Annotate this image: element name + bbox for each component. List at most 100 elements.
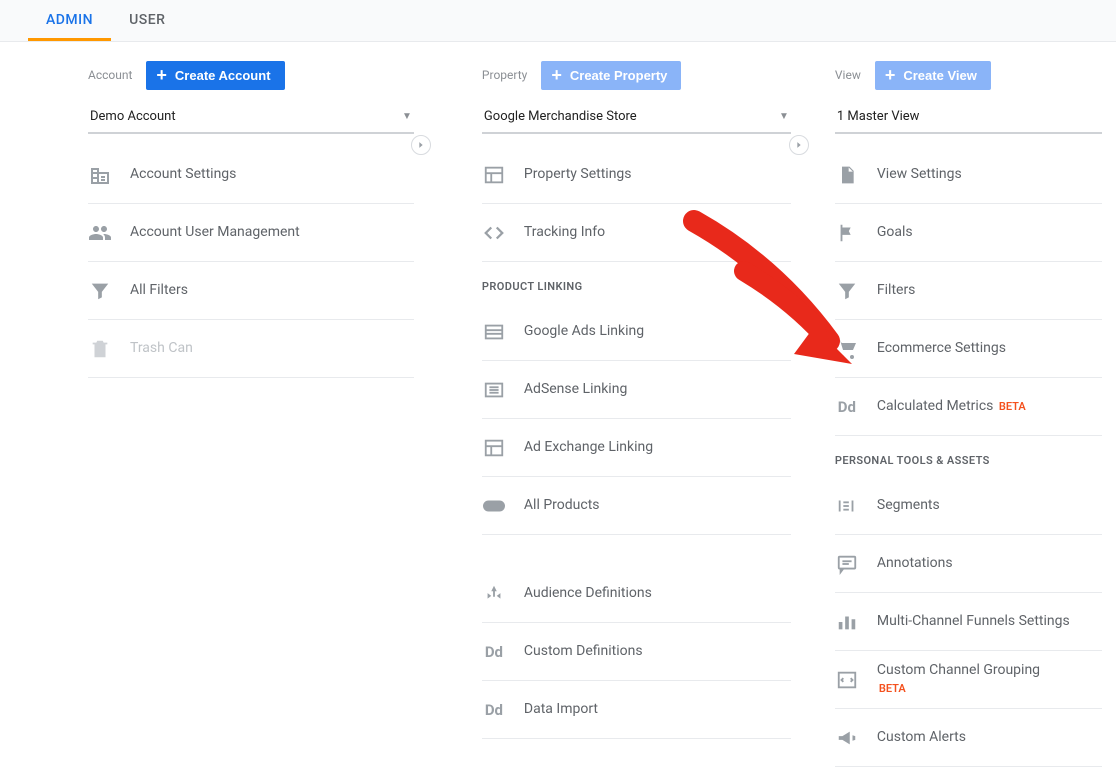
- arrow-right-icon: [794, 140, 804, 150]
- account-selector[interactable]: Demo Account ▼: [88, 100, 414, 134]
- dd-icon: Dd: [835, 395, 859, 419]
- segments-label: Segments: [877, 497, 940, 515]
- account-settings-label: Account Settings: [130, 166, 236, 184]
- account-header: Account + Create Account: [88, 56, 414, 94]
- annotations-item[interactable]: Annotations: [835, 535, 1102, 593]
- custom-alerts-label: Custom Alerts: [877, 729, 966, 747]
- column-property: Property + Create Property Google Mercha…: [424, 56, 801, 767]
- account-user-management-item[interactable]: Account User Management: [88, 204, 414, 262]
- section-product-linking: PRODUCT LINKING: [482, 262, 791, 303]
- property-settings-item[interactable]: Property Settings: [482, 146, 791, 204]
- layout-icon: [482, 436, 506, 460]
- account-selector-value: Demo Account: [90, 109, 176, 124]
- layout-icon: [482, 163, 506, 187]
- view-header: View + Create View: [835, 56, 1102, 94]
- plus-icon: +: [156, 68, 167, 82]
- property-label: Property: [482, 68, 527, 82]
- beta-badge: BETA: [999, 400, 1026, 413]
- trash-can-item[interactable]: Trash Can: [88, 320, 414, 378]
- mcf-settings-label: Multi-Channel Funnels Settings: [877, 613, 1070, 631]
- custom-channel-grouping-item[interactable]: Custom Channel GroupingBETA: [835, 651, 1102, 709]
- filters-item[interactable]: Filters: [835, 262, 1102, 320]
- ecommerce-settings-item[interactable]: Ecommerce Settings: [835, 320, 1102, 378]
- property-settings-label: Property Settings: [524, 166, 632, 184]
- plus-icon: +: [885, 68, 896, 82]
- calculated-metrics-item[interactable]: Dd Calculated Metrics BETA: [835, 378, 1102, 436]
- adsense-linking-label: AdSense Linking: [524, 381, 627, 399]
- tab-admin[interactable]: ADMIN: [28, 0, 111, 41]
- ecommerce-settings-label: Ecommerce Settings: [877, 340, 1006, 358]
- users-icon: [88, 221, 112, 245]
- create-account-button[interactable]: + Create Account: [146, 61, 284, 90]
- adsense-linking-item[interactable]: AdSense Linking: [482, 361, 791, 419]
- property-selector-value: Google Merchandise Store: [484, 109, 637, 124]
- account-label: Account: [88, 68, 132, 82]
- audience-definitions-item[interactable]: Audience Definitions: [482, 565, 791, 623]
- funnel-icon: [88, 279, 112, 303]
- create-account-label: Create Account: [175, 68, 271, 83]
- nav-circle-property-to-view[interactable]: [789, 135, 809, 155]
- view-settings-item[interactable]: View Settings: [835, 146, 1102, 204]
- custom-channel-grouping-label: Custom Channel GroupingBETA: [877, 662, 1040, 697]
- view-label: View: [835, 68, 861, 82]
- nav-circle-account-to-property[interactable]: [411, 135, 431, 155]
- beta-badge: BETA: [879, 682, 906, 695]
- goals-label: Goals: [877, 224, 913, 242]
- data-import-label: Data Import: [524, 701, 598, 719]
- swap-icon: [835, 668, 859, 692]
- data-import-item[interactable]: Dd Data Import: [482, 681, 791, 739]
- google-ads-linking-item[interactable]: Google Ads Linking: [482, 303, 791, 361]
- list-icon: [482, 378, 506, 402]
- all-filters-label: All Filters: [130, 282, 188, 300]
- column-account: Account + Create Account Demo Account ▼ …: [4, 56, 424, 767]
- custom-alerts-item[interactable]: Custom Alerts: [835, 709, 1102, 767]
- all-products-label: All Products: [524, 497, 600, 515]
- account-menu: Account Settings Account User Management…: [88, 146, 414, 378]
- flag-icon: [835, 221, 859, 245]
- property-header: Property + Create Property: [482, 56, 791, 94]
- cart-icon: [835, 337, 859, 361]
- tracking-info-item[interactable]: Tracking Info: [482, 204, 791, 262]
- tracking-info-label: Tracking Info: [524, 224, 605, 242]
- create-view-label: Create View: [903, 68, 976, 83]
- ad-exchange-linking-label: Ad Exchange Linking: [524, 439, 653, 457]
- section-personal-tools: PERSONAL TOOLS & ASSETS: [835, 436, 1102, 477]
- google-ads-linking-label: Google Ads Linking: [524, 323, 644, 341]
- top-tabs: ADMIN USER: [0, 0, 1116, 42]
- segments-item[interactable]: Segments: [835, 477, 1102, 535]
- tab-user[interactable]: USER: [111, 0, 183, 41]
- ad-exchange-linking-item[interactable]: Ad Exchange Linking: [482, 419, 791, 477]
- goals-item[interactable]: Goals: [835, 204, 1102, 262]
- create-view-button[interactable]: + Create View: [875, 61, 991, 90]
- segments-icon: [835, 494, 859, 518]
- chevron-down-icon: ▼: [779, 111, 789, 122]
- account-settings-item[interactable]: Account Settings: [88, 146, 414, 204]
- property-selector[interactable]: Google Merchandise Store ▼: [482, 100, 791, 134]
- calculated-metrics-label: Calculated Metrics BETA: [877, 398, 1026, 416]
- column-view: View + Create View 1 Master View ▼ View …: [801, 56, 1112, 767]
- link-icon: [482, 494, 506, 518]
- code-icon: [482, 221, 506, 245]
- audience-definitions-label: Audience Definitions: [524, 585, 652, 603]
- audience-icon: [482, 582, 506, 606]
- list-icon: [482, 320, 506, 344]
- file-icon: [835, 163, 859, 187]
- annotations-label: Annotations: [877, 555, 953, 573]
- mcf-settings-item[interactable]: Multi-Channel Funnels Settings: [835, 593, 1102, 651]
- filters-label: Filters: [877, 282, 916, 300]
- dd-icon: Dd: [482, 640, 506, 664]
- create-property-button[interactable]: + Create Property: [541, 61, 681, 90]
- account-user-management-label: Account User Management: [130, 224, 300, 242]
- all-filters-item[interactable]: All Filters: [88, 262, 414, 320]
- megaphone-icon: [835, 726, 859, 750]
- chevron-down-icon: ▼: [402, 111, 412, 122]
- custom-definitions-label: Custom Definitions: [524, 643, 643, 661]
- property-menu: Property Settings Tracking Info PRODUCT …: [482, 146, 791, 739]
- admin-columns: Account + Create Account Demo Account ▼ …: [0, 42, 1116, 767]
- annotation-icon: [835, 552, 859, 576]
- funnel-icon: [835, 279, 859, 303]
- all-products-item[interactable]: All Products: [482, 477, 791, 535]
- custom-definitions-item[interactable]: Dd Custom Definitions: [482, 623, 791, 681]
- view-selector[interactable]: 1 Master View ▼: [835, 100, 1102, 134]
- arrow-right-icon: [416, 140, 426, 150]
